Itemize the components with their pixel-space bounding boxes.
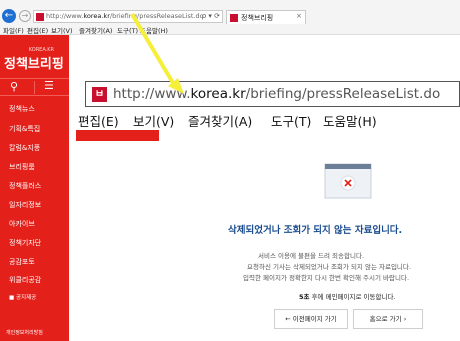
address-tools-icon[interactable]: ρ ▾ ⟳	[202, 12, 220, 20]
menu-file[interactable]: 파일(F)	[3, 25, 24, 35]
sidebar-item-briefing-room[interactable]: 브리핑룸	[9, 162, 35, 172]
tab-favicon-icon	[230, 14, 238, 22]
sidebar-item-photo[interactable]: 공감포토	[9, 257, 35, 267]
menu-view[interactable]: 보기(V)	[51, 25, 72, 35]
logo-text: 정책브리핑	[4, 57, 64, 72]
sidebar: KOREA.KR 정책브리핑 ⚲ ☰ 정책뉴스 기획&특집 칼럼&지풍 브리핑룸…	[0, 35, 69, 341]
redirect-notice: 5초 후에 메인페이지로 이동합니다.	[299, 293, 396, 301]
search-icon[interactable]: ⚲	[10, 80, 18, 93]
browser-menubar: 파일(F) 편집(E) 보기(V) 즐겨찾기(A) 도구(T) 도움말(H)	[0, 24, 460, 35]
previous-page-button[interactable]: ← 이전페이지 가기	[274, 309, 348, 329]
zoomed-menu-view: 보기(V)	[133, 114, 175, 129]
screenshot-root: { "browser": { "url_prefix": "http://www…	[0, 0, 460, 341]
sidebar-item-reporters[interactable]: 정책기자단	[9, 238, 41, 248]
tab-title: 정책브리핑	[241, 14, 274, 22]
browser-toolbar: ← → http://www.korea.kr/briefing/pressRe…	[0, 0, 460, 24]
menu-edit[interactable]: 편집(E)	[27, 25, 48, 35]
sidebar-item-feature[interactable]: 기획&특집	[9, 124, 40, 134]
sidebar-icon-row: ⚲ ☰	[0, 78, 69, 96]
menu-help[interactable]: 도움말(H)	[140, 25, 168, 35]
site-logo[interactable]: KOREA.KR 정책브리핑	[4, 47, 64, 72]
error-title: 삭제되었거나 조회가 되지 않는 자료입니다.	[228, 225, 403, 236]
zoomed-menu-favorites: 즐겨찾기(A)	[188, 114, 253, 129]
home-button[interactable]: 홈으로 가기 ›	[353, 309, 423, 329]
zoomed-menu-tools: 도구(T)	[271, 114, 312, 129]
forward-button[interactable]: →	[19, 10, 31, 22]
error-message-line-3: 입력한 페이지가 정확한지 다시 한번 확인해 주시기 바랍니다.	[243, 274, 410, 282]
tab-close-icon[interactable]: ×	[296, 12, 302, 20]
back-button[interactable]: ←	[2, 9, 16, 23]
zoomed-menubar: 편집(E) 보기(V) 즐겨찾기(A) 도구(T) 도움말(H)	[78, 111, 458, 129]
error-message-line-2: 요청하신 기사는 삭제되었거나 조회가 되지 않는 자료입니다.	[247, 263, 411, 271]
error-message-line-1: 서비스 이용에 불편을 드려 죄송합니다.	[258, 252, 365, 260]
sidebar-item-policy-plus[interactable]: 정책플러스	[9, 181, 41, 191]
zoomed-favicon-icon: ㅂ	[92, 87, 107, 102]
zoomed-url: http://www.korea.kr/briefing/pressReleas…	[113, 86, 441, 102]
sidebar-item-privacy[interactable]: 개인정보처리방침	[6, 329, 43, 336]
menu-icon[interactable]: ☰	[44, 79, 54, 92]
sidebar-item-column[interactable]: 칼럼&지풍	[9, 143, 40, 153]
highlight-underline	[76, 130, 159, 141]
sidebar-item-notice[interactable]: ■ 공지제공	[9, 293, 36, 301]
zoom-callout: ㅂ http://www.korea.kr/briefing/pressRele…	[75, 78, 460, 136]
site-favicon-icon	[36, 13, 44, 21]
menu-tools[interactable]: 도구(T)	[117, 25, 138, 35]
zoomed-menu-edit: 편집(E)	[78, 114, 119, 129]
error-window-icon	[324, 163, 372, 199]
sidebar-item-archive[interactable]: 아카이브	[9, 219, 35, 229]
zoomed-menu-help: 도움말(H)	[323, 114, 377, 129]
icon-divider	[34, 81, 35, 94]
sidebar-item-policy-news[interactable]: 정책뉴스	[9, 104, 35, 114]
sidebar-item-weekly[interactable]: 위클리공감	[9, 275, 41, 285]
sidebar-item-jobs[interactable]: 일자리정보	[9, 200, 41, 210]
zoomed-address-bar: ㅂ http://www.korea.kr/briefing/pressRele…	[85, 81, 460, 107]
address-url[interactable]: http://www.korea.kr/briefing/pressReleas…	[46, 12, 204, 20]
pointer-arrow-icon	[130, 12, 184, 94]
address-bar[interactable]: http://www.korea.kr/briefing/pressReleas…	[33, 10, 223, 23]
menu-favorites[interactable]: 즐겨찾기(A)	[79, 25, 112, 35]
browser-tab[interactable]: 정책브리핑 ×	[226, 10, 306, 24]
